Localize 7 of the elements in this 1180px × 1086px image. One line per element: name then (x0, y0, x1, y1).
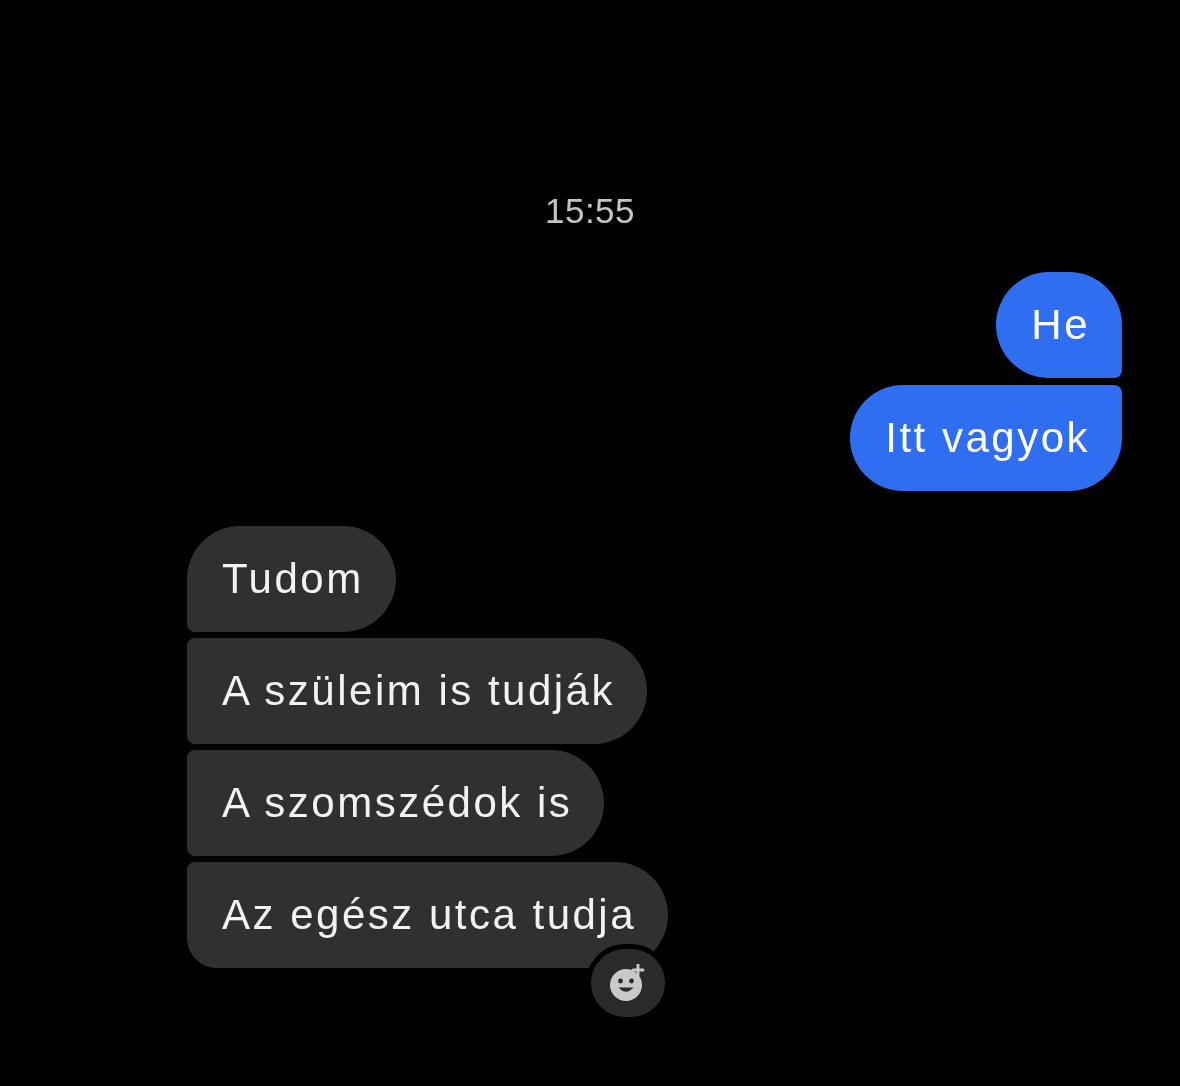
message-bubble: Itt vagyok (850, 385, 1122, 491)
message-bubble: Tudom (187, 526, 396, 632)
message-bubble: A szomszédok is (187, 750, 605, 856)
message-bubble: A szüleim is tudják (187, 638, 647, 744)
message-bubble: Az egész utca tudja (187, 862, 669, 968)
message-timestamp: 15:55 (544, 190, 636, 232)
message-bubble: He (996, 272, 1122, 378)
